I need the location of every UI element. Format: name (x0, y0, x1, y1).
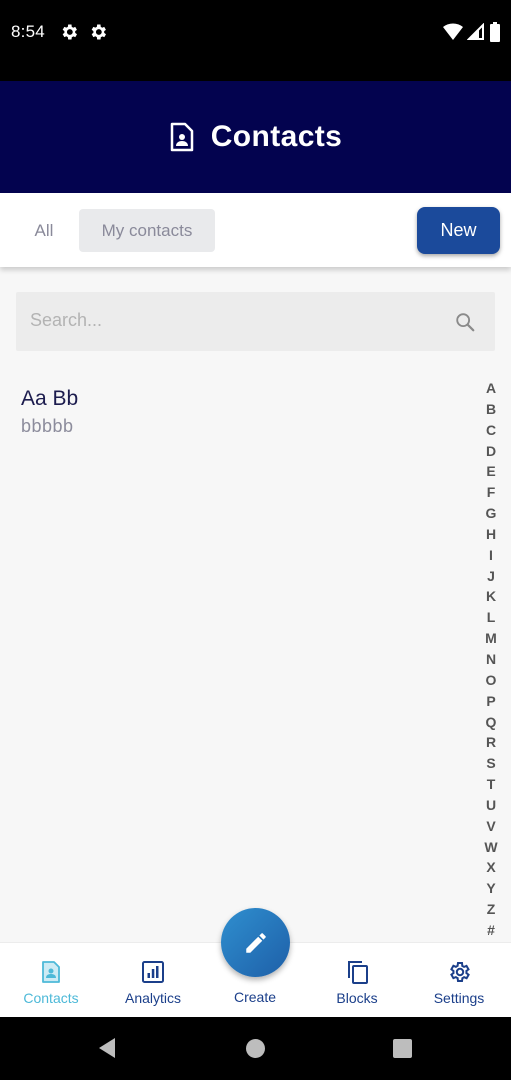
new-contact-button[interactable]: New (417, 207, 500, 254)
tab-my-contacts[interactable]: My contacts (79, 209, 215, 252)
recents-icon[interactable] (393, 1039, 412, 1058)
alpha-letter-j[interactable]: J (478, 566, 504, 587)
settings-icon (450, 962, 470, 982)
system-nav-bar (0, 1017, 511, 1080)
battery-icon (490, 22, 500, 42)
alpha-letter-d[interactable]: D (478, 441, 504, 462)
alphabet-index[interactable]: A B C D E F G H I J K L M N O P Q R S T … (478, 378, 504, 941)
status-time: 8:54 (11, 22, 45, 41)
nav-label-contacts: Contacts (23, 990, 79, 1006)
alpha-letter-s[interactable]: S (478, 753, 504, 774)
alpha-letter-h[interactable]: H (478, 524, 504, 545)
alpha-letter-y[interactable]: Y (478, 878, 504, 899)
nav-label-analytics: Analytics (124, 990, 182, 1006)
alpha-letter-o[interactable]: O (478, 670, 504, 691)
back-icon[interactable] (97, 1037, 117, 1059)
alpha-letter-n[interactable]: N (478, 649, 504, 670)
alpha-letter-e[interactable]: E (478, 461, 504, 482)
alpha-letter-r[interactable]: R (478, 732, 504, 753)
status-bar: 8:54 (0, 0, 511, 81)
alpha-letter-w[interactable]: W (478, 837, 504, 858)
alpha-letter-z[interactable]: Z (478, 899, 504, 920)
app-header: Contacts (0, 81, 511, 193)
contact-document-icon (170, 122, 193, 152)
create-button[interactable] (221, 908, 290, 977)
contact-name: Aa Bb (21, 387, 79, 410)
nav-label-settings: Settings (433, 990, 485, 1006)
page-title: Contacts (210, 120, 343, 153)
alpha-letter-a[interactable]: A (478, 378, 504, 399)
alpha-letter-b[interactable]: B (478, 399, 504, 420)
alpha-letter-v[interactable]: V (478, 816, 504, 837)
blocks-icon (348, 961, 368, 984)
gear-icon (91, 24, 106, 40)
nav-blocks[interactable]: Blocks (312, 943, 402, 1018)
nav-contacts[interactable]: Contacts (6, 943, 96, 1018)
status-indicators (443, 22, 501, 42)
alpha-letter-x[interactable]: X (478, 857, 504, 878)
search-box (16, 292, 495, 351)
wifi-icon (443, 23, 463, 40)
nav-label-blocks: Blocks (336, 990, 378, 1006)
search-icon[interactable] (454, 311, 476, 333)
contacts-icon (42, 961, 60, 983)
alpha-letter-q[interactable]: Q (478, 712, 504, 733)
gear-icon (62, 24, 77, 40)
nav-label-create: Create (233, 989, 277, 1005)
alpha-letter-u[interactable]: U (478, 795, 504, 816)
alpha-letter-f[interactable]: F (478, 482, 504, 503)
tab-all[interactable]: All (22, 209, 66, 252)
alpha-letter-k[interactable]: K (478, 586, 504, 607)
alpha-letter-m[interactable]: M (478, 628, 504, 649)
contact-detail: bbbbb (21, 416, 74, 436)
alpha-letter-c[interactable]: C (478, 420, 504, 441)
alpha-letter-p[interactable]: P (478, 691, 504, 712)
alpha-letter-g[interactable]: G (478, 503, 504, 524)
signal-icon (467, 23, 484, 40)
home-icon[interactable] (245, 1038, 266, 1059)
list-item[interactable]: Aa Bb bbbbb (0, 380, 470, 442)
alpha-letter-hash[interactable]: # (478, 920, 504, 941)
search-input[interactable] (30, 310, 430, 331)
pencil-icon (245, 932, 266, 953)
analytics-icon (142, 961, 164, 983)
alpha-letter-i[interactable]: I (478, 545, 504, 566)
alpha-letter-t[interactable]: T (478, 774, 504, 795)
nav-analytics[interactable]: Analytics (108, 943, 198, 1018)
nav-settings[interactable]: Settings (414, 943, 504, 1018)
alpha-letter-l[interactable]: L (478, 607, 504, 628)
